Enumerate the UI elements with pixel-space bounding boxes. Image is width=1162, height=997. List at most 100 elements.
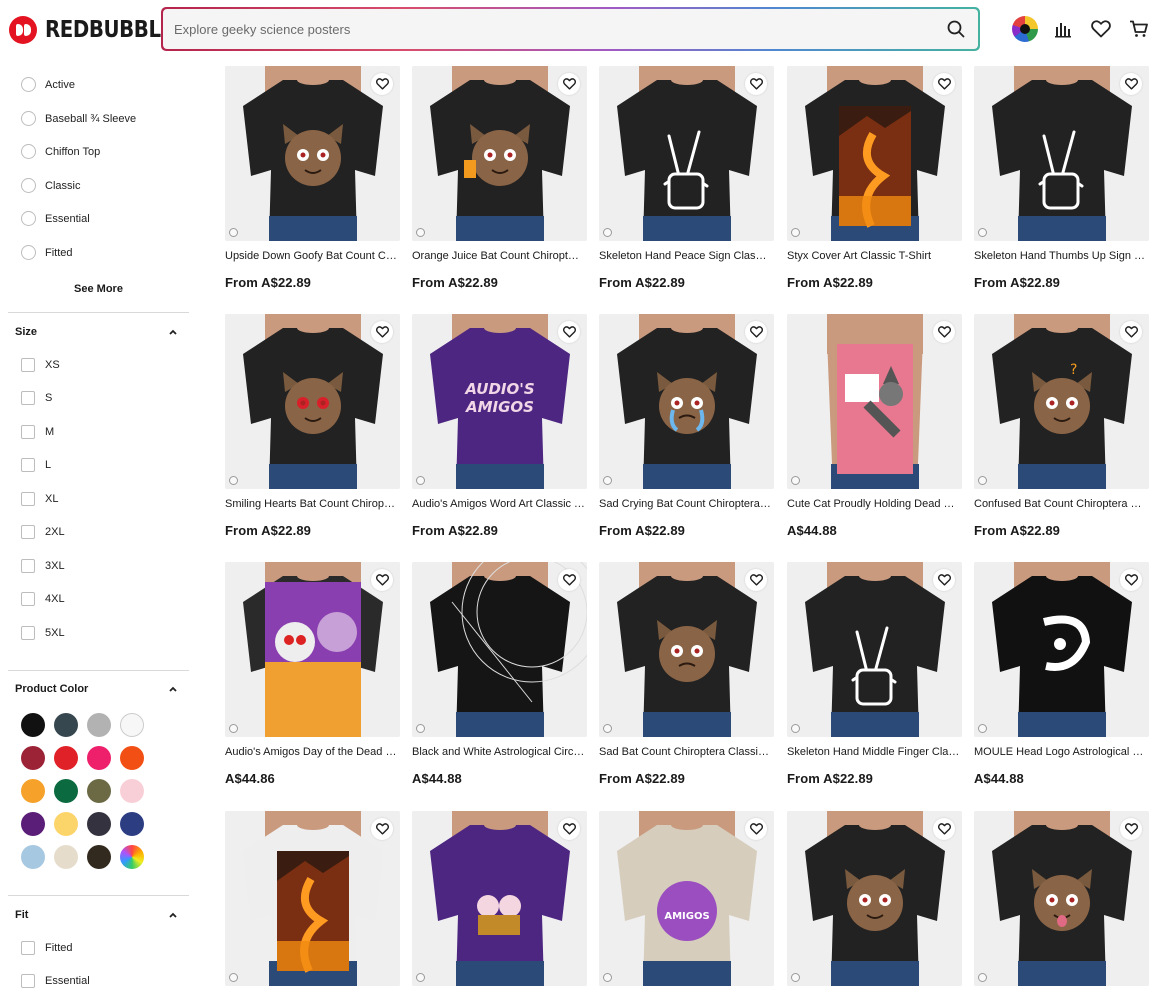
bar-chart-icon[interactable]: [1050, 14, 1076, 44]
account-avatar[interactable]: [1012, 14, 1038, 44]
product-card[interactable]: [787, 811, 962, 986]
info-icon[interactable]: [603, 724, 612, 733]
product-image[interactable]: [974, 66, 1149, 241]
info-icon[interactable]: [416, 228, 425, 237]
color-swatch[interactable]: [120, 812, 144, 836]
product-image[interactable]: [412, 562, 587, 737]
info-icon[interactable]: [978, 476, 987, 485]
product-card[interactable]: [225, 811, 400, 986]
favorite-heart-icon[interactable]: [745, 73, 767, 95]
product-image[interactable]: [412, 66, 587, 241]
style-option[interactable]: Baseball ¾ Sleeve: [21, 111, 136, 126]
info-icon[interactable]: [416, 476, 425, 485]
product-title[interactable]: Styx Cover Art Classic T-Shirt: [787, 250, 960, 262]
favorite-heart-icon[interactable]: [1120, 321, 1142, 343]
product-image[interactable]: [787, 314, 962, 489]
info-icon[interactable]: [229, 476, 238, 485]
checkbox[interactable]: [21, 592, 35, 606]
size-option[interactable]: XS: [21, 358, 60, 372]
size-option[interactable]: 5XL: [21, 626, 65, 640]
radio-button[interactable]: [21, 178, 36, 193]
info-icon[interactable]: [229, 973, 238, 982]
info-icon[interactable]: [791, 228, 800, 237]
favorite-heart-icon[interactable]: [558, 321, 580, 343]
checkbox[interactable]: [21, 559, 35, 573]
size-option[interactable]: 2XL: [21, 525, 65, 539]
radio-button[interactable]: [21, 144, 36, 159]
color-swatch[interactable]: [87, 779, 111, 803]
product-image[interactable]: AMIGOS: [599, 811, 774, 986]
see-more-link[interactable]: See More: [0, 283, 197, 295]
favorite-heart-icon[interactable]: [1120, 569, 1142, 591]
info-icon[interactable]: [791, 724, 800, 733]
color-swatch[interactable]: [54, 812, 78, 836]
favorite-heart-icon[interactable]: [371, 569, 393, 591]
checkbox[interactable]: [21, 941, 35, 955]
product-image[interactable]: [974, 811, 1149, 986]
favorite-heart-icon[interactable]: [558, 73, 580, 95]
style-option[interactable]: Chiffon Top: [21, 144, 100, 159]
chevron-up-icon[interactable]: [168, 684, 178, 694]
product-card[interactable]: [412, 811, 587, 986]
radio-button[interactable]: [21, 211, 36, 226]
product-card[interactable]: Skeleton Hand Middle Finger Classic T-Sh…: [787, 562, 962, 786]
color-swatch[interactable]: [87, 845, 111, 869]
product-image[interactable]: [225, 66, 400, 241]
product-card[interactable]: Black and White Astrological Circle Grap…: [412, 562, 587, 786]
checkbox[interactable]: [21, 974, 35, 988]
info-icon[interactable]: [791, 973, 800, 982]
checkbox[interactable]: [21, 391, 35, 405]
color-swatch[interactable]: [21, 779, 45, 803]
color-swatch[interactable]: [54, 779, 78, 803]
product-card[interactable]: Styx Cover Art Classic T-Shirt From A$22.…: [787, 66, 962, 290]
product-title[interactable]: Audio's Amigos Day of the Dead Graphic T…: [225, 746, 398, 758]
favorite-heart-icon[interactable]: [745, 818, 767, 840]
style-option[interactable]: Classic: [21, 178, 80, 193]
checkbox[interactable]: [21, 358, 35, 372]
info-icon[interactable]: [416, 973, 425, 982]
favorite-heart-icon[interactable]: [371, 73, 393, 95]
search-input[interactable]: [174, 21, 938, 37]
size-option[interactable]: 3XL: [21, 559, 65, 573]
radio-button[interactable]: [21, 245, 36, 260]
product-image[interactable]: [599, 562, 774, 737]
product-title[interactable]: Skeleton Hand Thumbs Up Sign Classic T-S…: [974, 250, 1147, 262]
color-swatch[interactable]: [120, 713, 144, 737]
product-card[interactable]: ? Confused Bat Count Chiroptera Classic …: [974, 314, 1149, 538]
product-title[interactable]: Smiling Hearts Bat Count Chiroptera Clas…: [225, 498, 398, 510]
product-title[interactable]: Cute Cat Proudly Holding Dead Mouse Tank…: [787, 498, 960, 510]
checkbox[interactable]: [21, 458, 35, 472]
color-swatch[interactable]: [21, 746, 45, 770]
product-card[interactable]: Audio's Amigos Day of the Dead Graphic T…: [225, 562, 400, 786]
color-swatch[interactable]: [87, 713, 111, 737]
product-title[interactable]: Black and White Astrological Circle Grap…: [412, 746, 585, 758]
favorite-heart-icon[interactable]: [933, 73, 955, 95]
product-image[interactable]: [599, 314, 774, 489]
checkbox[interactable]: [21, 492, 35, 506]
color-swatch[interactable]: [54, 713, 78, 737]
product-title[interactable]: Confused Bat Count Chiroptera Classic T-…: [974, 498, 1147, 510]
product-title[interactable]: Upside Down Goofy Bat Count Chiroptera C…: [225, 250, 398, 262]
product-card[interactable]: AUDIO'S AMIGOS Audio's Amigos Word Art C…: [412, 314, 587, 538]
info-icon[interactable]: [229, 228, 238, 237]
favorite-heart-icon[interactable]: [558, 569, 580, 591]
product-card[interactable]: Upside Down Goofy Bat Count Chiroptera C…: [225, 66, 400, 290]
color-swatch[interactable]: [21, 845, 45, 869]
product-card[interactable]: Sad Crying Bat Count Chiroptera Classic …: [599, 314, 774, 538]
info-icon[interactable]: [978, 724, 987, 733]
favorite-heart-icon[interactable]: [558, 818, 580, 840]
product-image[interactable]: [787, 811, 962, 986]
favorite-heart-icon[interactable]: [745, 321, 767, 343]
fit-option[interactable]: Essential: [21, 974, 90, 988]
color-swatch[interactable]: [120, 845, 144, 869]
product-card[interactable]: [974, 811, 1149, 986]
product-image[interactable]: [599, 66, 774, 241]
color-swatch[interactable]: [87, 746, 111, 770]
color-swatch[interactable]: [21, 713, 45, 737]
search-icon[interactable]: [938, 11, 974, 47]
chevron-up-icon[interactable]: [168, 327, 178, 337]
heart-icon[interactable]: [1088, 14, 1114, 44]
color-swatch[interactable]: [120, 746, 144, 770]
product-image[interactable]: AUDIO'S AMIGOS: [412, 314, 587, 489]
info-icon[interactable]: [416, 724, 425, 733]
